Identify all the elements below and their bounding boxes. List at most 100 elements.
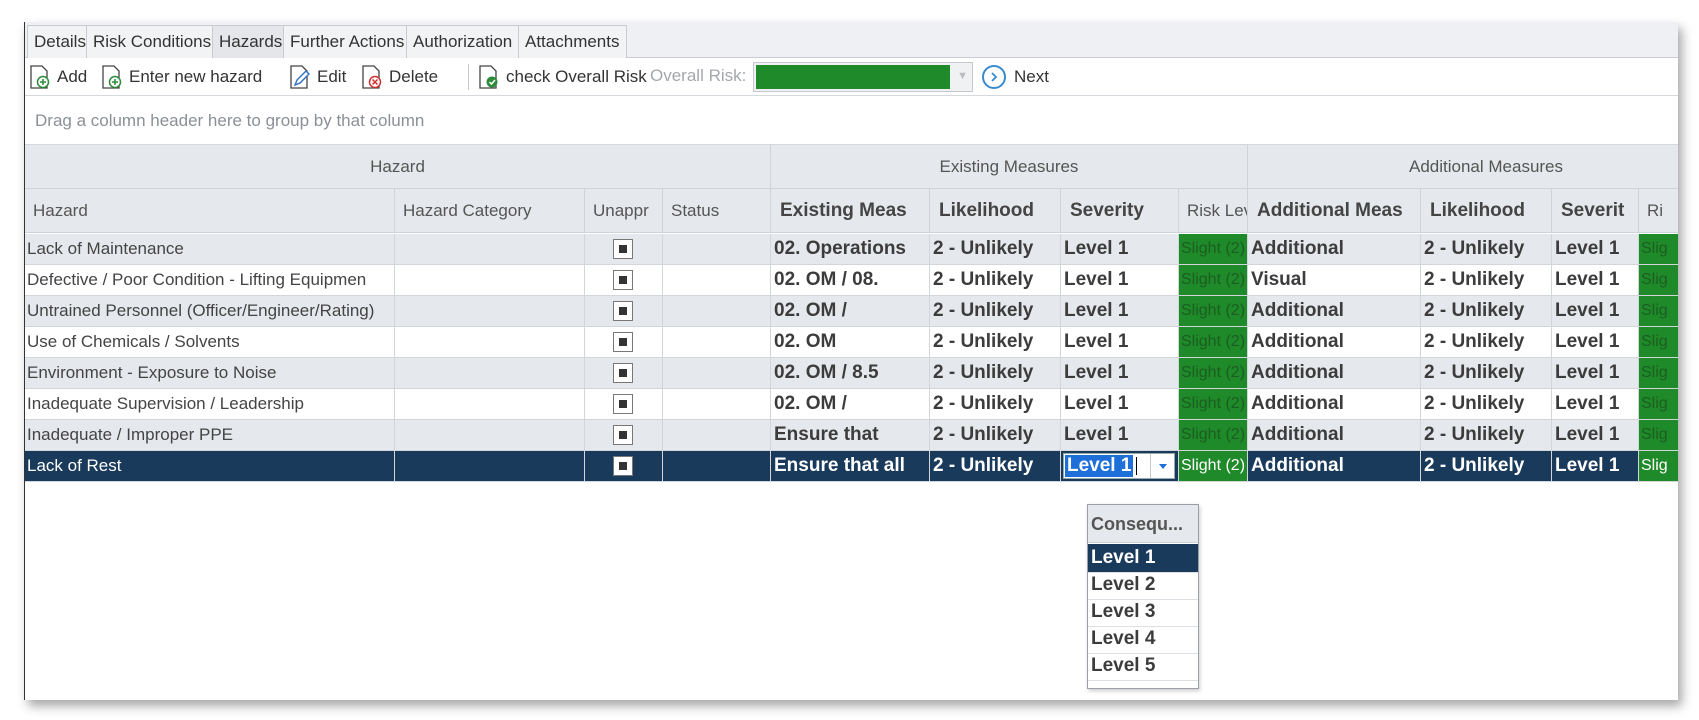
cell-existing-measures[interactable]: 02. OM	[771, 327, 930, 357]
col-additional-measures[interactable]: Additional Meas	[1248, 189, 1421, 233]
col-status[interactable]: Status	[663, 189, 771, 233]
cell-status[interactable]	[663, 420, 771, 450]
cell-status[interactable]	[663, 327, 771, 357]
cell-hazard[interactable]: Environment - Exposure to Noise	[25, 358, 395, 388]
dropdown-header[interactable]: Consequ...	[1088, 505, 1198, 543]
tab-attachments[interactable]: Attachments	[518, 25, 627, 58]
unapproved-checkbox[interactable]	[613, 394, 633, 414]
edit-button[interactable]: Edit	[289, 64, 346, 90]
cell-hazard[interactable]: Lack of Rest	[25, 451, 395, 481]
col-risk-level-2[interactable]: Ri	[1639, 189, 1678, 233]
cell-existing-measures[interactable]: 02. OM / 08.	[771, 265, 930, 295]
cell-severity[interactable]: Level 1	[1061, 420, 1179, 450]
cell-unappr[interactable]	[585, 234, 663, 264]
table-row[interactable]: Lack of Maintenance 02. Operations 2 - Unl…	[25, 234, 1678, 265]
band-additional-measures[interactable]: Additional Measures	[1248, 145, 1678, 189]
cell-hazard[interactable]: Inadequate Supervision / Leadership	[25, 389, 395, 419]
band-hazard[interactable]: Hazard	[25, 145, 771, 189]
cell-severity-2[interactable]: Level 1	[1552, 389, 1639, 419]
cell-likelihood[interactable]: 2 - Unlikely	[930, 327, 1061, 357]
cell-risk-level[interactable]: Slight (2)	[1179, 451, 1248, 481]
cell-severity-2[interactable]: Level 1	[1552, 265, 1639, 295]
cell-hazard[interactable]: Use of Chemicals / Solvents	[25, 327, 395, 357]
col-hazard-category[interactable]: Hazard Category	[395, 189, 585, 233]
table-row[interactable]: Inadequate Supervision / Leadership 02. O…	[25, 389, 1678, 420]
table-row[interactable]: Lack of Rest Ensure that all 2 - Unlikely L…	[25, 451, 1678, 482]
tab-details[interactable]: Details	[27, 25, 93, 58]
cell-additional-measures[interactable]: Additional	[1248, 296, 1421, 326]
cell-hazard-category[interactable]	[395, 389, 585, 419]
cell-likelihood-2[interactable]: 2 - Unlikely	[1421, 296, 1552, 326]
cell-risk-level[interactable]: Slight (2)	[1179, 234, 1248, 264]
cell-hazard-category[interactable]	[395, 451, 585, 481]
table-row[interactable]: Inadequate / Improper PPE Ensure that 2 - …	[25, 420, 1678, 451]
col-existing-measures[interactable]: Existing Meas	[771, 189, 930, 233]
cell-severity[interactable]: Level 1	[1061, 451, 1179, 481]
cell-hazard-category[interactable]	[395, 296, 585, 326]
cell-risk-level[interactable]: Slight (2)	[1179, 296, 1248, 326]
cell-risk-level-2[interactable]: Slig	[1639, 296, 1678, 326]
cell-likelihood[interactable]: 2 - Unlikely	[930, 358, 1061, 388]
col-risk-level[interactable]: Risk Leve	[1179, 189, 1248, 233]
cell-unappr[interactable]	[585, 265, 663, 295]
cell-existing-measures[interactable]: 02. OM / 8.5	[771, 358, 930, 388]
unapproved-checkbox[interactable]	[613, 456, 633, 476]
cell-hazard[interactable]: Untrained Personnel (Officer/Engineer/Ra…	[25, 296, 395, 326]
group-by-panel[interactable]: Drag a column header here to group by th…	[25, 97, 1678, 145]
cell-status[interactable]	[663, 234, 771, 264]
cell-severity[interactable]: Level 1	[1061, 327, 1179, 357]
cell-severity[interactable]: Level 1	[1061, 296, 1179, 326]
cell-unappr[interactable]	[585, 451, 663, 481]
cell-additional-measures[interactable]: Additional	[1248, 451, 1421, 481]
cell-additional-measures[interactable]: Visual	[1248, 265, 1421, 295]
cell-severity-2[interactable]: Level 1	[1552, 451, 1639, 481]
table-row[interactable]: Untrained Personnel (Officer/Engineer/Ra…	[25, 296, 1678, 327]
enter-new-hazard-button[interactable]: Enter new hazard	[101, 64, 262, 90]
cell-likelihood[interactable]: 2 - Unlikely	[930, 420, 1061, 450]
cell-existing-measures[interactable]: 02. Operations	[771, 234, 930, 264]
next-button[interactable]: Next	[982, 62, 1049, 92]
unapproved-checkbox[interactable]	[613, 425, 633, 445]
dropdown-arrow-icon[interactable]	[1150, 454, 1174, 478]
band-existing-measures[interactable]: Existing Measures	[771, 145, 1248, 189]
cell-status[interactable]	[663, 296, 771, 326]
col-severity[interactable]: Severity	[1061, 189, 1179, 233]
cell-unappr[interactable]	[585, 420, 663, 450]
cell-severity[interactable]: Level 1	[1061, 389, 1179, 419]
table-row[interactable]: Defective / Poor Condition - Lifting Equ…	[25, 265, 1678, 296]
severity-editor-value[interactable]: Level 1	[1065, 455, 1134, 477]
cell-existing-measures[interactable]: Ensure that all	[771, 451, 930, 481]
cell-additional-measures[interactable]: Additional	[1248, 389, 1421, 419]
cell-likelihood-2[interactable]: 2 - Unlikely	[1421, 327, 1552, 357]
col-likelihood-2[interactable]: Likelihood	[1421, 189, 1552, 233]
cell-severity-2[interactable]: Level 1	[1552, 420, 1639, 450]
cell-status[interactable]	[663, 358, 771, 388]
cell-likelihood[interactable]: 2 - Unlikely	[930, 265, 1061, 295]
col-severity-2[interactable]: Severit	[1552, 189, 1639, 233]
cell-likelihood[interactable]: 2 - Unlikely	[930, 296, 1061, 326]
cell-likelihood-2[interactable]: 2 - Unlikely	[1421, 358, 1552, 388]
cell-risk-level[interactable]: Slight (2)	[1179, 327, 1248, 357]
col-likelihood[interactable]: Likelihood	[930, 189, 1061, 233]
cell-hazard-category[interactable]	[395, 358, 585, 388]
table-row[interactable]: Environment - Exposure to Noise 02. OM / …	[25, 358, 1678, 389]
cell-existing-measures[interactable]: 02. OM /	[771, 296, 930, 326]
cell-additional-measures[interactable]: Additional	[1248, 234, 1421, 264]
cell-hazard[interactable]: Inadequate / Improper PPE	[25, 420, 395, 450]
cell-unappr[interactable]	[585, 327, 663, 357]
cell-risk-level-2[interactable]: Slig	[1639, 420, 1678, 450]
cell-likelihood-2[interactable]: 2 - Unlikely	[1421, 420, 1552, 450]
cell-likelihood-2[interactable]: 2 - Unlikely	[1421, 234, 1552, 264]
cell-severity-2[interactable]: Level 1	[1552, 234, 1639, 264]
cell-risk-level[interactable]: Slight (2)	[1179, 389, 1248, 419]
add-button[interactable]: Add	[29, 64, 87, 90]
cell-additional-measures[interactable]: Additional	[1248, 327, 1421, 357]
cell-hazard-category[interactable]	[395, 327, 585, 357]
cell-likelihood-2[interactable]: 2 - Unlikely	[1421, 389, 1552, 419]
delete-button[interactable]: Delete	[361, 64, 438, 90]
cell-hazard-category[interactable]	[395, 265, 585, 295]
col-unappr[interactable]: Unappr	[585, 189, 663, 233]
cell-likelihood-2[interactable]: 2 - Unlikely	[1421, 265, 1552, 295]
dropdown-option[interactable]: Level 3	[1088, 598, 1198, 627]
cell-risk-level[interactable]: Slight (2)	[1179, 358, 1248, 388]
